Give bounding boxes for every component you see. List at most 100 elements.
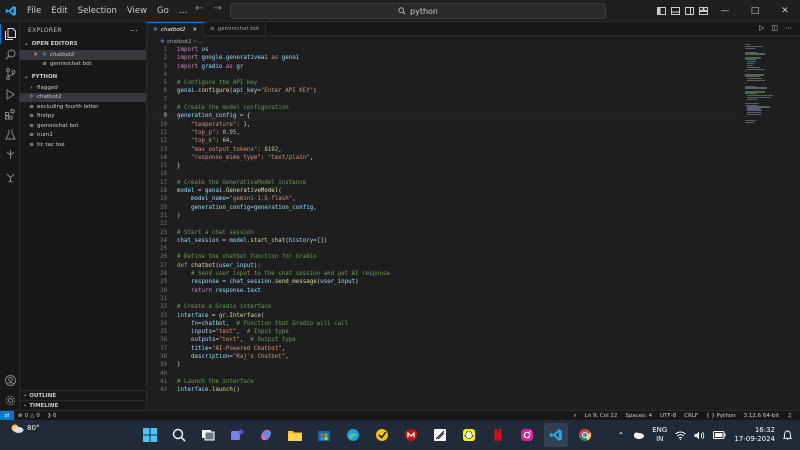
python-interpreter[interactable]: 3.12.6 64-bit bbox=[740, 413, 783, 419]
maximize-button[interactable]: □ bbox=[740, 0, 770, 22]
menu-file[interactable]: File bbox=[22, 0, 46, 22]
open-editor-item-geminichat[interactable]: ≡ geminichat bot bbox=[20, 60, 146, 70]
split-editor-icon[interactable]: ◫ bbox=[771, 24, 778, 32]
code-line[interactable]: 4 bbox=[147, 71, 737, 79]
toggle-panel-icon[interactable] bbox=[668, 0, 682, 22]
chevron-up-icon[interactable]: ⌃ bbox=[618, 431, 625, 440]
onedrive-cloud-icon[interactable] bbox=[632, 431, 645, 439]
vscode-taskbar-icon[interactable] bbox=[544, 423, 568, 447]
back-arrow-icon[interactable]: ← bbox=[195, 3, 203, 14]
ports-indicator[interactable]: ⟫ 0 bbox=[44, 413, 61, 419]
remote-indicator-icon[interactable]: ⇄ bbox=[0, 410, 14, 421]
encoding[interactable]: UTF-8 bbox=[656, 413, 680, 419]
code-line[interactable]: 37 title="AI-Powered Chatbot", bbox=[147, 345, 737, 353]
input-language[interactable]: ENG IN bbox=[652, 426, 667, 444]
netflix-icon[interactable] bbox=[486, 423, 510, 447]
start-windows-icon[interactable] bbox=[138, 423, 162, 447]
manage-gear-icon[interactable] bbox=[0, 390, 20, 410]
notification-bell-icon[interactable] bbox=[783, 430, 792, 440]
code-line[interactable]: 36 outputs="text", # Output type bbox=[147, 336, 737, 344]
menu-selection[interactable]: Selection bbox=[73, 0, 122, 22]
minimap[interactable] bbox=[745, 44, 773, 123]
search-icon[interactable] bbox=[0, 44, 20, 64]
code-line[interactable]: 10 "temperature": 1, bbox=[147, 121, 737, 129]
code-line[interactable]: 9 generation_config = { bbox=[147, 112, 737, 121]
code-line[interactable]: 16 bbox=[147, 170, 737, 178]
breadcrumb-file[interactable]: chatbot2 bbox=[167, 39, 192, 45]
snapchat-icon[interactable] bbox=[457, 423, 481, 447]
code-line[interactable]: 38 description="Raj's Chatbot", bbox=[147, 353, 737, 361]
minimize-button[interactable]: — bbox=[710, 0, 740, 22]
cursor-position[interactable]: Ln 9, Col 22 bbox=[581, 413, 622, 419]
menu-view[interactable]: View bbox=[122, 0, 152, 22]
code-line[interactable]: 32 # Create a Gradio interface bbox=[147, 303, 737, 311]
remote-explorer-icon[interactable] bbox=[0, 144, 20, 164]
language-mode[interactable]: { } Python bbox=[702, 413, 740, 419]
notifications-bell-icon[interactable]: ♫ bbox=[783, 413, 796, 419]
code-line[interactable]: 12 "top_k": 64, bbox=[147, 137, 737, 145]
code-line[interactable]: 19 model_name="gemini-1.5-flash", bbox=[147, 195, 737, 203]
code-line[interactable]: 18 model = genai.GenerativeModel( bbox=[147, 187, 737, 195]
open-editors-section[interactable]: ⌄ OPEN EDITORS bbox=[20, 38, 146, 50]
edge-browser-icon[interactable] bbox=[341, 423, 365, 447]
problems-indicator[interactable]: ⊗ 0 △ 0 bbox=[14, 413, 44, 419]
forward-arrow-icon[interactable]: → bbox=[213, 3, 221, 14]
toggle-primary-sidebar-icon[interactable] bbox=[654, 0, 668, 22]
copilot-icon[interactable] bbox=[254, 423, 278, 447]
mcafee-icon[interactable] bbox=[399, 423, 423, 447]
code-line[interactable]: 11 "top_p": 0.95, bbox=[147, 129, 737, 137]
file-explorer-icon[interactable] bbox=[283, 423, 307, 447]
tree-item-excluding-fourth-letter[interactable]: ≡ excluding fourth letter bbox=[20, 102, 146, 112]
tree-item-chatbot2[interactable]: ❖ chatbot2 bbox=[20, 92, 146, 102]
menu-go[interactable]: Go bbox=[152, 0, 174, 22]
tab-chatbot2[interactable]: ❖ chatbot2 ✕ bbox=[147, 22, 205, 36]
code-line[interactable]: 27 def chatbot(user_input): bbox=[147, 262, 737, 270]
code-line[interactable]: 5 # Configure the API key bbox=[147, 79, 737, 87]
chrome-browser-icon[interactable] bbox=[573, 423, 597, 447]
code-line[interactable]: 30 return response.text bbox=[147, 287, 737, 295]
open-editor-item-chatbot2[interactable]: ✕ ❖ chatbot2 bbox=[20, 50, 146, 60]
close-icon[interactable]: ✕ bbox=[32, 52, 39, 58]
more-actions-icon[interactable]: ⋯ bbox=[785, 24, 792, 32]
weather-widget[interactable]: 80° bbox=[10, 423, 39, 433]
volume-icon[interactable] bbox=[694, 431, 705, 440]
more-actions-icon[interactable]: ⋯ bbox=[130, 26, 138, 35]
source-control-icon[interactable] bbox=[0, 64, 20, 84]
search-icon[interactable] bbox=[167, 423, 191, 447]
code-line[interactable]: 3 import gradio as gr bbox=[147, 63, 737, 71]
code-line[interactable]: 42 interface.launch() bbox=[147, 386, 737, 394]
code-line[interactable]: 17 # Create the GenerativeModel instance bbox=[147, 179, 737, 187]
extensions-icon[interactable] bbox=[0, 104, 20, 124]
code-line[interactable]: 35 inputs="text", # Input type bbox=[147, 328, 737, 336]
account-icon[interactable] bbox=[0, 370, 20, 390]
vscode-logo-icon[interactable] bbox=[0, 0, 22, 22]
toggle-secondary-sidebar-icon[interactable] bbox=[682, 0, 696, 22]
code-line[interactable]: 34 fn=chatbot, # Function that Gradio wi… bbox=[147, 320, 737, 328]
code-line[interactable]: 40 bbox=[147, 370, 737, 378]
sketch-app-icon[interactable] bbox=[428, 423, 452, 447]
indentation[interactable]: Spaces: 4 bbox=[621, 413, 656, 419]
code-line[interactable]: 22 bbox=[147, 220, 737, 228]
python-flow-icon[interactable] bbox=[0, 167, 20, 187]
code-line[interactable]: 23 # Start a chat session bbox=[147, 229, 737, 237]
code-editor[interactable]: 1 import os 2 import google.generativeai as… bbox=[147, 46, 737, 394]
code-line[interactable]: 26 # Define the chatbot function for Grad… bbox=[147, 253, 737, 261]
close-button[interactable]: ✕ bbox=[770, 0, 800, 22]
code-line[interactable]: 41 # Launch the interface bbox=[147, 378, 737, 386]
tree-item-geminichat-bot[interactable]: ≡ geminichat bot bbox=[20, 121, 146, 131]
code-line[interactable]: 29 response = chat_session.send_message(… bbox=[147, 278, 737, 286]
code-line[interactable]: 20 generation_config=generation_config, bbox=[147, 204, 737, 212]
testing-flask-icon[interactable] bbox=[0, 124, 20, 144]
code-line[interactable]: 31 bbox=[147, 295, 737, 303]
code-line[interactable]: 15} bbox=[147, 162, 737, 170]
end-of-line[interactable]: CRLF bbox=[680, 413, 702, 419]
code-line[interactable]: 21) bbox=[147, 212, 737, 220]
outline-section[interactable]: › OUTLINE bbox=[20, 390, 147, 400]
timeline-section[interactable]: › TIMELINE bbox=[20, 400, 147, 410]
code-line[interactable]: 39) bbox=[147, 361, 737, 369]
explorer-icon[interactable] bbox=[0, 24, 20, 44]
menu-edit[interactable]: Edit bbox=[46, 0, 72, 22]
run-debug-icon[interactable] bbox=[0, 84, 20, 104]
battery-icon[interactable] bbox=[713, 431, 726, 439]
tree-item-firstpy[interactable]: ≡ firstpy bbox=[20, 112, 146, 122]
